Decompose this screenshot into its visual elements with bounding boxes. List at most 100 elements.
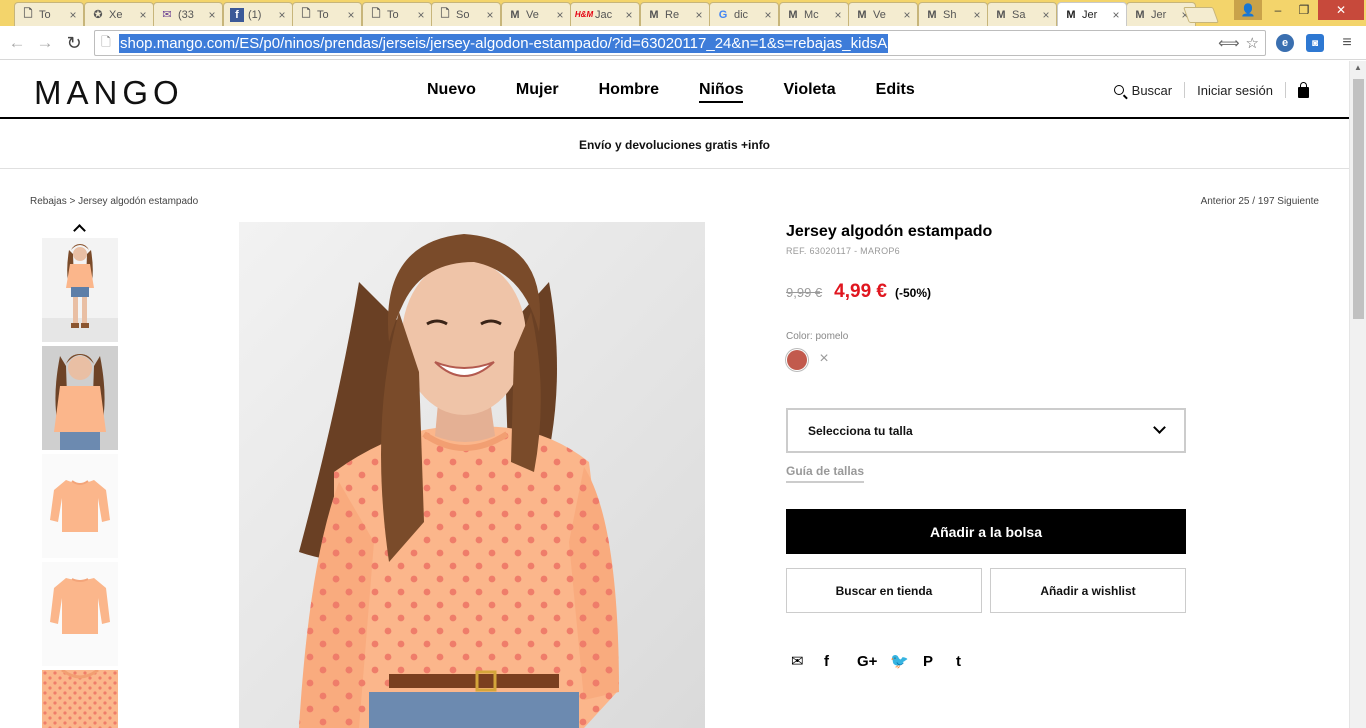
- googleplus-icon[interactable]: G+: [857, 651, 890, 671]
- tab-close-icon[interactable]: ×: [67, 8, 79, 22]
- browser-tab[interactable]: M Ve ×: [501, 2, 571, 26]
- add-to-bag-button[interactable]: Añadir a la bolsa: [786, 509, 1186, 554]
- size-guide-link[interactable]: Guía de tallas: [786, 464, 865, 483]
- close-window-button[interactable]: ✕: [1318, 0, 1364, 20]
- tab-close-icon[interactable]: ×: [345, 8, 357, 22]
- facebook-icon: f: [230, 7, 244, 22]
- main-nav: Nuevo Mujer Hombre Niños Violeta Edits: [427, 81, 955, 103]
- extension-screen-icon[interactable]: ◙: [1304, 32, 1326, 54]
- browser-tab[interactable]: M Mc ×: [779, 2, 849, 26]
- tab-close-icon[interactable]: ×: [137, 8, 149, 22]
- price-row: 9,99 € 4,99 € (-50%): [786, 281, 931, 303]
- back-arrow-icon[interactable]: ←: [6, 32, 28, 54]
- mango-icon: M: [857, 8, 867, 21]
- pinterest-icon[interactable]: P: [923, 651, 956, 671]
- translate-icon[interactable]: ⟺: [1218, 34, 1240, 52]
- mango-icon: M: [510, 8, 520, 21]
- bookmark-star-icon[interactable]: ☆: [1246, 34, 1259, 52]
- mail-icon: ✉: [162, 9, 172, 21]
- tab-close-icon[interactable]: ×: [901, 8, 913, 22]
- hm-icon: H&M: [574, 10, 594, 19]
- color-swatch-pomelo[interactable]: [787, 350, 807, 370]
- share-links: ✉ f G+ 🐦 Pt: [791, 651, 989, 671]
- search-link[interactable]: Buscar: [1132, 83, 1172, 98]
- nav-item-edits[interactable]: Edits: [876, 81, 915, 103]
- document-icon: 🗋: [301, 8, 311, 20]
- product-main-image[interactable]: [239, 222, 705, 728]
- tab-close-icon[interactable]: ×: [1110, 8, 1122, 22]
- tab-title: (1): [248, 8, 262, 21]
- nav-item-ninos[interactable]: Niños: [699, 81, 744, 103]
- search-icon[interactable]: [1113, 85, 1124, 95]
- thumbnail-half-body[interactable]: [42, 346, 118, 450]
- browser-tab[interactable]: ✪ Xe ×: [84, 2, 154, 26]
- extension-e-icon[interactable]: e: [1274, 32, 1296, 54]
- header-divider: [1285, 82, 1286, 98]
- nav-item-violeta[interactable]: Violeta: [783, 81, 835, 103]
- browser-tab[interactable]: 🗋 To ×: [14, 2, 84, 26]
- thumbnail-fabric-detail[interactable]: [42, 670, 118, 728]
- new-tab-button[interactable]: [1183, 7, 1219, 23]
- tab-title: Ve: [526, 8, 539, 21]
- size-select[interactable]: Selecciona tu talla: [786, 408, 1186, 453]
- reload-icon[interactable]: ↻: [63, 32, 85, 54]
- tab-title: Jac: [595, 8, 613, 21]
- address-bar[interactable]: 🗋 shop.mango.com/ES/p0/ninos/prendas/jer…: [94, 30, 1266, 56]
- color-label: Color: pomelo: [786, 331, 849, 342]
- tab-close-icon[interactable]: ×: [762, 8, 774, 22]
- tab-close-icon[interactable]: ×: [206, 8, 218, 22]
- nav-item-nuevo[interactable]: Nuevo: [427, 81, 476, 103]
- tab-close-icon[interactable]: ×: [971, 8, 983, 22]
- browser-tab[interactable]: M Ve ×: [848, 2, 918, 26]
- facebook-icon[interactable]: f: [824, 651, 857, 671]
- tab-close-icon[interactable]: ×: [693, 8, 705, 22]
- unavailable-color-x-icon[interactable]: ×: [816, 351, 832, 367]
- user-profile-icon[interactable]: 👤: [1234, 0, 1262, 20]
- nav-item-hombre[interactable]: Hombre: [599, 81, 659, 103]
- browser-tab[interactable]: 🗋 To ×: [362, 2, 432, 26]
- browser-tab[interactable]: M Sa ×: [987, 2, 1057, 26]
- thumbnail-flat-back[interactable]: [42, 562, 118, 666]
- tab-close-icon[interactable]: ×: [554, 8, 566, 22]
- thumbnail-full-body[interactable]: [42, 238, 118, 342]
- maximize-button[interactable]: ❐: [1290, 0, 1318, 20]
- mail-icon[interactable]: ✉: [791, 651, 824, 671]
- page-scrollbar[interactable]: ▲: [1349, 61, 1366, 728]
- tab-close-icon[interactable]: ×: [623, 8, 635, 22]
- tab-close-icon[interactable]: ×: [832, 8, 844, 22]
- browser-tab[interactable]: M Re ×: [640, 2, 710, 26]
- thumbnail-up-chevron-icon[interactable]: [73, 222, 87, 236]
- login-link[interactable]: Iniciar sesión: [1197, 83, 1273, 98]
- forward-arrow-icon[interactable]: →: [34, 32, 56, 54]
- browser-tab[interactable]: Gdic ×: [709, 2, 779, 26]
- browser-tab[interactable]: ✉ (33 ×: [153, 2, 223, 26]
- product-pager[interactable]: Anterior 25 / 197 Siguiente: [1201, 196, 1319, 207]
- promo-banner[interactable]: Envío y devoluciones gratis +info: [0, 121, 1349, 169]
- browser-tab[interactable]: M Jer ×: [1057, 2, 1127, 26]
- tab-close-icon[interactable]: ×: [415, 8, 427, 22]
- find-in-store-button[interactable]: Buscar en tienda: [786, 568, 982, 613]
- browser-menu-icon[interactable]: ≡: [1336, 32, 1358, 54]
- browser-tab[interactable]: 🗋 So ×: [431, 2, 501, 26]
- tab-close-icon[interactable]: ×: [276, 8, 288, 22]
- shopping-bag-icon[interactable]: [1298, 81, 1309, 98]
- tab-close-icon[interactable]: ×: [484, 8, 496, 22]
- thumbnail-flat-front[interactable]: [42, 454, 118, 558]
- tumblr-icon[interactable]: t: [956, 651, 989, 671]
- tab-title: Sh: [943, 8, 957, 21]
- tab-close-icon[interactable]: ×: [1040, 8, 1052, 22]
- mango-icon: M: [996, 8, 1006, 21]
- url-text[interactable]: shop.mango.com/ES/p0/ninos/prendas/jerse…: [119, 33, 889, 53]
- browser-tab[interactable]: M Sh ×: [918, 2, 988, 26]
- browser-tab[interactable]: f (1) ×: [223, 2, 293, 26]
- mango-logo[interactable]: MANGO: [34, 74, 184, 112]
- minimize-button[interactable]: –: [1264, 0, 1292, 20]
- nav-item-mujer[interactable]: Mujer: [516, 81, 559, 103]
- scrollbar-thumb[interactable]: [1353, 79, 1364, 319]
- browser-tab[interactable]: 🗋 To ×: [292, 2, 362, 26]
- add-to-wishlist-button[interactable]: Añadir a wishlist: [990, 568, 1186, 613]
- twitter-icon[interactable]: 🐦: [890, 651, 923, 671]
- scroll-up-arrow-icon[interactable]: ▲: [1354, 63, 1362, 72]
- breadcrumb[interactable]: Rebajas > Jersey algodón estampado: [30, 196, 198, 207]
- browser-tab[interactable]: H&M Jac ×: [570, 2, 640, 26]
